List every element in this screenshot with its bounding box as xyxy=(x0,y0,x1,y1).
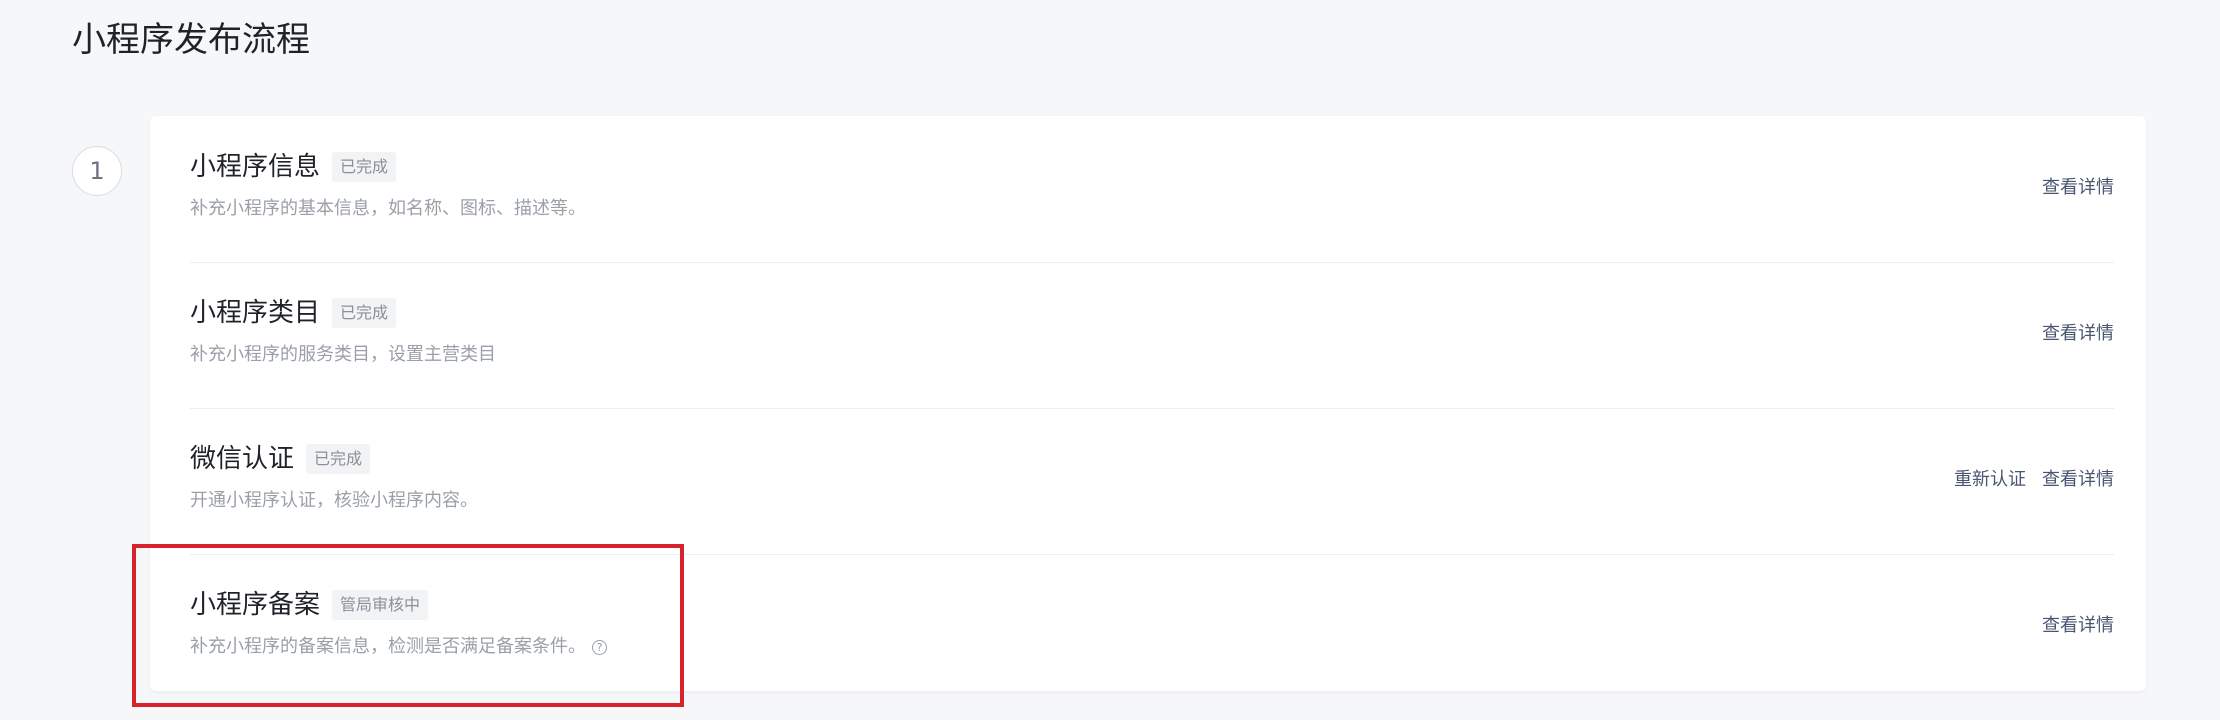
step-row-verification: 微信认证 已完成 开通小程序认证，核验小程序内容。 重新认证 查看详情 xyxy=(190,408,2114,555)
step-number-indicator: 1 xyxy=(72,146,122,196)
step-description: 补充小程序的服务类目，设置主营类目 xyxy=(190,342,496,368)
step-title: 小程序备案 xyxy=(190,590,321,620)
step-description-text: 补充小程序的基本信息，如名称、图标、描述等。 xyxy=(190,198,586,219)
step-row-header: 小程序备案 管局审核中 xyxy=(190,588,429,622)
step-actions: 查看详情 xyxy=(2042,320,2114,348)
step-title: 小程序信息 xyxy=(190,152,321,182)
step-row-header: 小程序信息 已完成 xyxy=(190,150,397,184)
step-description: 补充小程序的基本信息，如名称、图标、描述等。 xyxy=(190,196,586,222)
step-description: 补充小程序的备案信息，检测是否满足备案条件。 ? xyxy=(190,634,607,660)
step-title: 小程序类目 xyxy=(190,298,321,328)
step-actions: 查看详情 xyxy=(2042,612,2114,640)
step-title: 微信认证 xyxy=(190,444,295,474)
step-row-header: 小程序类目 已完成 xyxy=(190,296,397,330)
question-circle-icon[interactable]: ? xyxy=(592,639,607,655)
status-badge: 已完成 xyxy=(332,152,397,182)
step-description-text: 开通小程序认证，核验小程序内容。 xyxy=(190,490,478,511)
step-row-category: 小程序类目 已完成 补充小程序的服务类目，设置主营类目 查看详情 xyxy=(190,262,2114,409)
step-description: 开通小程序认证，核验小程序内容。 xyxy=(190,488,478,514)
status-badge: 已完成 xyxy=(306,444,371,474)
reverify-link[interactable]: 重新认证 xyxy=(1954,466,2026,494)
step-row-info: 小程序信息 已完成 补充小程序的基本信息，如名称、图标、描述等。 查看详情 xyxy=(190,116,2114,263)
step-number: 1 xyxy=(89,157,105,185)
step-row-filing: 小程序备案 管局审核中 补充小程序的备案信息，检测是否满足备案条件。 ? 查看详… xyxy=(190,554,2114,700)
step-actions: 查看详情 xyxy=(2042,174,2114,202)
step-actions: 重新认证 查看详情 xyxy=(1954,466,2114,494)
status-badge: 管局审核中 xyxy=(332,590,429,620)
view-details-link[interactable]: 查看详情 xyxy=(2042,320,2114,348)
status-badge: 已完成 xyxy=(332,298,397,328)
step-description-text: 补充小程序的备案信息，检测是否满足备案条件。 xyxy=(190,636,586,657)
view-details-link[interactable]: 查看详情 xyxy=(2042,174,2114,202)
view-details-link[interactable]: 查看详情 xyxy=(2042,466,2114,494)
publish-steps-card: 小程序信息 已完成 补充小程序的基本信息，如名称、图标、描述等。 查看详情 小程… xyxy=(150,116,2146,691)
page-title: 小程序发布流程 xyxy=(72,20,310,60)
step-row-header: 微信认证 已完成 xyxy=(190,442,371,476)
step-description-text: 补充小程序的服务类目，设置主营类目 xyxy=(190,344,496,365)
view-details-link[interactable]: 查看详情 xyxy=(2042,612,2114,640)
